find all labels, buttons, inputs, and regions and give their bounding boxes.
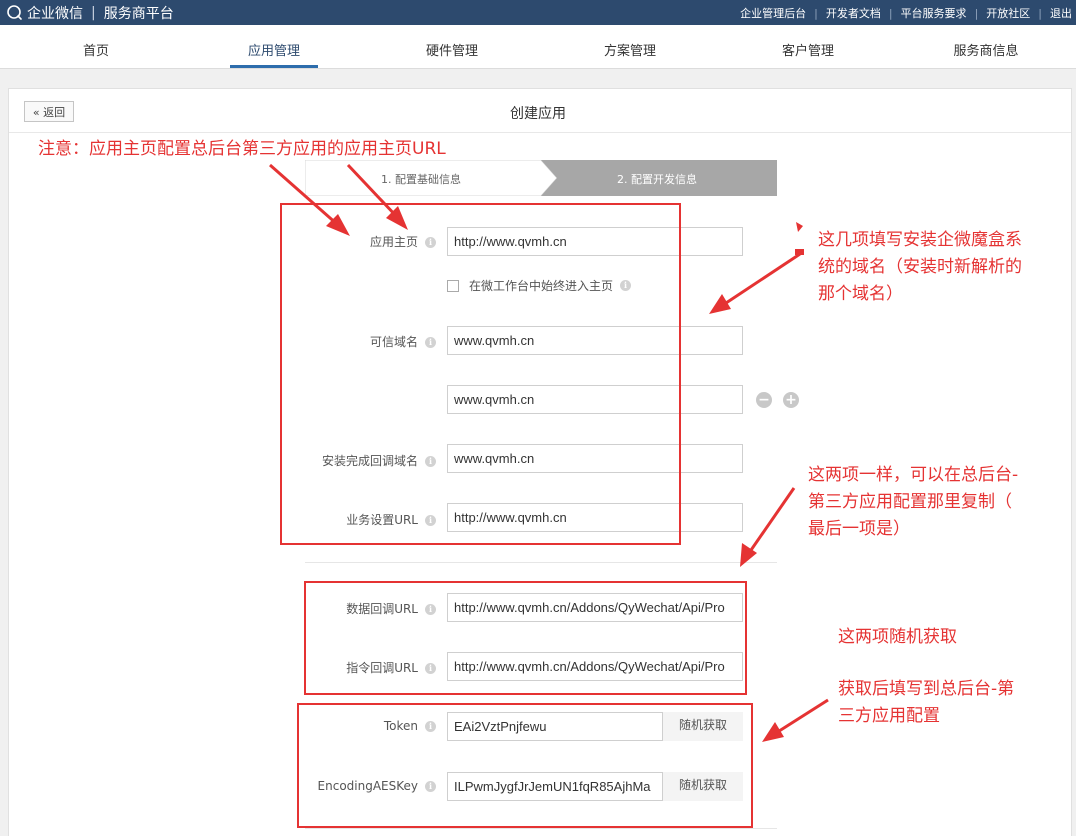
annotation-box-callbacks bbox=[304, 581, 747, 695]
annotation-line: 统的域名（安装时新解析的 bbox=[818, 257, 1022, 277]
step-arrows bbox=[305, 160, 777, 196]
top-bar: 企业微信 | 服务商平台 企业管理后台 | 开发者文档 | 平台服务要求 | 开… bbox=[0, 0, 1076, 25]
wecom-logo-icon bbox=[7, 5, 22, 20]
link-separator: | bbox=[814, 6, 818, 20]
annotation-line: 三方应用配置 bbox=[838, 706, 940, 726]
link-platform-requirements[interactable]: 平台服务要求 bbox=[901, 5, 967, 21]
annotation-line: 那个域名） bbox=[818, 284, 903, 304]
annotation-line: 获取后填写到总后台-第 bbox=[838, 679, 1015, 699]
nav-solution-management[interactable]: 方案管理 bbox=[604, 40, 656, 59]
top-links: 企业管理后台 | 开发者文档 | 平台服务要求 | 开放社区 | 退出 bbox=[740, 5, 1072, 21]
annotation-domains-note: 这几项填写安装企微魔盒系 统的域名（安装时新解析的 那个域名） bbox=[818, 227, 1022, 308]
annotation-box-domains bbox=[280, 203, 681, 545]
annotation-random-note: 这两项随机获取 bbox=[838, 627, 957, 647]
page-title: 创建应用 bbox=[510, 106, 566, 122]
link-separator: | bbox=[888, 6, 893, 20]
link-separator: | bbox=[1038, 6, 1042, 20]
link-admin-console[interactable]: 企业管理后台 bbox=[740, 5, 806, 21]
remove-domain-icon[interactable]: − bbox=[756, 392, 772, 408]
header-divider bbox=[9, 132, 1071, 133]
add-domain-icon[interactable]: + bbox=[783, 392, 799, 408]
brand-separator: | bbox=[91, 5, 96, 21]
link-open-community[interactable]: 开放社区 bbox=[986, 5, 1030, 21]
step-1-label: 1. 配置基础信息 bbox=[381, 173, 461, 186]
annotation-box-token bbox=[297, 703, 753, 828]
annotation-line: 这几项填写安装企微魔盒系 bbox=[818, 230, 1022, 250]
step-indicator: 1. 配置基础信息 2. 配置开发信息 bbox=[305, 160, 777, 196]
nav-home[interactable]: 首页 bbox=[83, 40, 109, 59]
brand-subtitle: 服务商平台 bbox=[103, 6, 174, 22]
step-2-label: 2. 配置开发信息 bbox=[617, 173, 697, 186]
annotation-line: 第三方应用配置那里复制（ bbox=[808, 492, 1012, 512]
annotation-line: 这两项一样，可以在总后台- bbox=[808, 465, 1019, 485]
nav-customer-management[interactable]: 客户管理 bbox=[782, 40, 834, 59]
link-separator: | bbox=[974, 6, 979, 20]
link-developer-docs[interactable]: 开发者文档 bbox=[826, 5, 881, 21]
annotation-homepage-note: 注意：应用主页配置总后台第三方应用的应用主页URL bbox=[38, 139, 446, 159]
annotation-callbacks-note: 这两项一样，可以在总后台- 第三方应用配置那里复制（ 最后一项是） bbox=[808, 462, 1018, 543]
annotation-fill-note: 获取后填写到总后台-第 三方应用配置 bbox=[838, 676, 1014, 730]
link-logout[interactable]: 退出 bbox=[1050, 5, 1072, 21]
main-nav: 首页 应用管理 硬件管理 方案管理 客户管理 服务商信息 bbox=[0, 25, 1076, 69]
section-divider bbox=[305, 562, 777, 563]
nav-provider-info[interactable]: 服务商信息 bbox=[953, 40, 1018, 59]
annotation-line: 最后一项是） bbox=[808, 519, 910, 539]
brand[interactable]: 企业微信 | 服务商平台 bbox=[6, 3, 174, 23]
brand-name: 企业微信 bbox=[27, 6, 83, 22]
nav-app-management[interactable]: 应用管理 bbox=[248, 40, 300, 59]
nav-active-indicator bbox=[230, 65, 318, 68]
bottom-divider bbox=[305, 828, 777, 829]
nav-hardware-management[interactable]: 硬件管理 bbox=[426, 40, 478, 59]
